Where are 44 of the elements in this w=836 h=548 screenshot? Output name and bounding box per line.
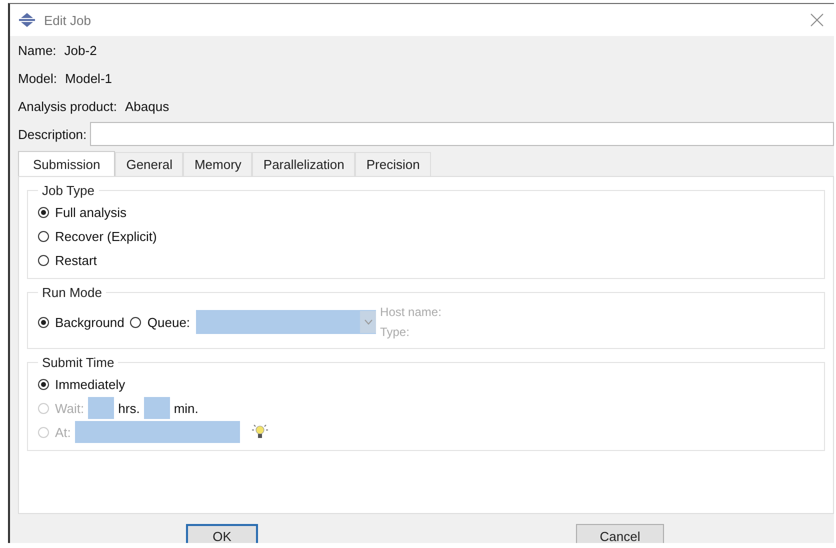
option-label: Queue:: [147, 314, 190, 330]
group-title: Job Type: [41, 183, 96, 198]
radio-button[interactable]: [38, 378, 49, 390]
minutes-label: min.: [174, 400, 198, 416]
lightbulb-icon[interactable]: [250, 424, 270, 440]
group-title: Run Mode: [41, 285, 103, 300]
radio-button[interactable]: [38, 206, 49, 218]
info-value: Model-1: [65, 70, 112, 86]
info-value: Job-2: [64, 42, 97, 58]
type-label: Type:: [380, 325, 410, 339]
option-label: Immediately: [55, 376, 126, 392]
group-title: Submit Time: [41, 355, 116, 370]
info-label: Analysis product:: [18, 98, 117, 114]
option-label: At:: [55, 424, 71, 440]
info-label: Name:: [18, 42, 56, 58]
tab[interactable]: Precision: [355, 152, 431, 176]
window-title: Edit Job: [44, 12, 91, 28]
tab[interactable]: Parallelization: [252, 152, 356, 176]
option-label: Recover (Explicit): [55, 228, 157, 244]
tab[interactable]: Memory: [183, 152, 252, 176]
radio-button[interactable]: [130, 316, 142, 328]
info-value: Abaqus: [125, 98, 170, 114]
radio-button[interactable]: [38, 254, 49, 266]
radio-button[interactable]: [38, 316, 49, 328]
hours-label: hrs.: [118, 400, 140, 416]
host-name-label: Host name:: [380, 305, 442, 319]
dialog-button[interactable]: Cancel: [576, 524, 664, 543]
time-field[interactable]: [74, 421, 240, 443]
option-label: Full analysis: [55, 204, 127, 220]
tab[interactable]: Submission: [18, 151, 116, 176]
dialog-button[interactable]: OK: [186, 524, 258, 543]
tab[interactable]: General: [115, 152, 184, 176]
close-icon[interactable]: [810, 13, 824, 27]
option-label: Background: [55, 314, 124, 330]
option-label: Restart: [55, 252, 97, 268]
info-label: Model:: [18, 70, 58, 86]
option-label: Wait:: [55, 400, 84, 416]
minutes-field[interactable]: [144, 397, 170, 419]
description-label: Description:: [18, 126, 87, 142]
hours-field[interactable]: [88, 397, 114, 419]
app-icon: [18, 13, 36, 27]
caret-icon: [364, 319, 373, 325]
description-field[interactable]: [90, 122, 834, 146]
radio-button[interactable]: [38, 230, 49, 242]
